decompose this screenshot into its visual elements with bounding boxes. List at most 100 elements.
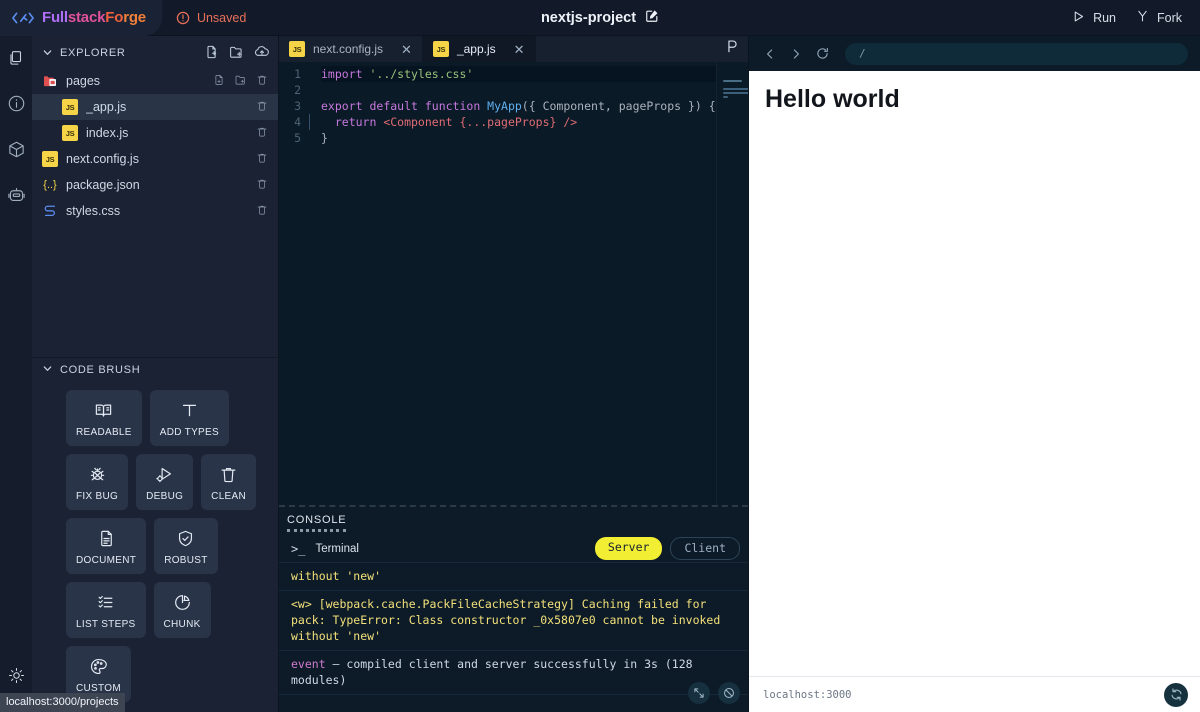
code-brush-header[interactable]: CODE BRUSH xyxy=(32,358,278,382)
line-number: 5 xyxy=(294,131,301,145)
preview-panel: / Hello world localhost:3000 xyxy=(748,36,1200,712)
clear-console-icon[interactable] xyxy=(718,682,740,704)
text-t-icon xyxy=(180,399,199,421)
reload-icon[interactable] xyxy=(811,43,833,65)
file-row-styles-css[interactable]: styles.css xyxy=(32,198,278,224)
minimap[interactable] xyxy=(715,62,748,505)
file-row-package-json[interactable]: {..} package.json xyxy=(32,172,278,198)
chevron-down-icon xyxy=(42,363,53,377)
brush-button-label: DOCUMENT xyxy=(76,555,137,566)
shield-check-icon xyxy=(176,527,195,549)
brush-button-label: READABLE xyxy=(76,427,132,438)
brush-button-label: DEBUG xyxy=(146,491,184,502)
new-file-icon[interactable] xyxy=(205,45,219,62)
theme-toggle-button[interactable] xyxy=(4,666,28,690)
brush-button-fix-bug[interactable]: FIX BUG xyxy=(66,454,129,510)
rail-item-files[interactable] xyxy=(4,48,28,72)
minimap-line xyxy=(722,88,748,90)
file-row-actions xyxy=(256,100,268,115)
trash-icon[interactable] xyxy=(256,152,268,167)
sun-icon xyxy=(8,667,25,689)
brush-button-list-steps[interactable]: LIST STEPS xyxy=(66,582,146,638)
rail-item-info[interactable] xyxy=(4,94,28,118)
editor-area[interactable]: 1 2 3 4 5 import '../styles.css' export defa… xyxy=(279,62,748,505)
run-label: Run xyxy=(1093,10,1116,25)
brush-button-label: CHUNK xyxy=(163,619,201,630)
trash-icon[interactable] xyxy=(256,204,268,219)
code-content[interactable]: import '../styles.css' export default fu… xyxy=(307,66,716,505)
close-icon[interactable]: ✕ xyxy=(514,43,525,56)
file-row-index-js[interactable]: JS index.js xyxy=(32,120,278,146)
robot-icon xyxy=(7,186,26,210)
log-keyword: event xyxy=(291,657,326,671)
tabbar-actions xyxy=(725,36,748,62)
brush-button-chunk[interactable]: CHUNK xyxy=(153,582,211,638)
terminal-bar: >_ Terminal Server Client xyxy=(279,535,748,563)
trash-icon[interactable] xyxy=(256,178,268,193)
folder-open-icon xyxy=(42,73,58,89)
close-icon[interactable]: ✕ xyxy=(401,43,412,56)
chevron-right-icon[interactable] xyxy=(785,43,807,65)
page-title: nextjs-project xyxy=(540,9,637,26)
brush-button-clean[interactable]: CLEAN xyxy=(201,454,257,510)
line-number: 2 xyxy=(294,83,301,97)
code-editor[interactable]: 1 2 3 4 5 import '../styles.css' export defa… xyxy=(279,62,716,505)
cloud-upload-icon[interactable] xyxy=(254,45,270,61)
app-root: FullstackForge Unsaved nextjs-project Ru… xyxy=(0,0,1200,712)
js-icon: JS xyxy=(62,125,78,141)
editor-tab-label: _app.js xyxy=(456,42,496,56)
minimap-line xyxy=(722,96,728,98)
checklist-icon xyxy=(96,591,115,613)
preview-url-input[interactable]: / xyxy=(845,42,1188,65)
brush-button-debug[interactable]: DEBUG xyxy=(136,454,194,510)
trash-icon[interactable] xyxy=(256,126,268,141)
new-file-icon[interactable] xyxy=(213,74,225,89)
editor-tabbar: JS next.config.js ✕ JS _app.js ✕ xyxy=(279,36,748,62)
expand-icon[interactable] xyxy=(688,682,710,704)
editor-tab-next-config-js[interactable]: JS next.config.js ✕ xyxy=(279,36,423,62)
pencil-square-icon[interactable] xyxy=(645,9,659,27)
new-folder-icon[interactable] xyxy=(229,45,244,62)
chevron-left-icon[interactable] xyxy=(759,43,781,65)
console-source-toggle: Server Client xyxy=(594,537,740,560)
json-icon: {..} xyxy=(43,179,57,191)
explorer-title: EXPLORER xyxy=(60,47,126,59)
document-icon xyxy=(97,527,116,549)
brush-button-robust[interactable]: ROBUST xyxy=(154,518,218,574)
code-line: export default function MyApp({ Componen… xyxy=(321,99,716,113)
file-row-next-config-js[interactable]: JS next.config.js xyxy=(32,146,278,172)
line-number: 3 xyxy=(294,99,301,113)
terminal-output[interactable]: without 'new' <w> [webpack.cache.PackFile… xyxy=(279,563,748,712)
console-toggle-server[interactable]: Server xyxy=(594,537,663,560)
file-row-actions xyxy=(256,126,268,141)
trash-icon[interactable] xyxy=(256,74,268,89)
palette-icon xyxy=(89,655,108,677)
js-icon: JS xyxy=(432,41,449,57)
console-toggle-client[interactable]: Client xyxy=(670,537,740,560)
run-button[interactable]: Run xyxy=(1072,10,1116,26)
line-number: 1 xyxy=(294,67,301,81)
explorer-header[interactable]: EXPLORER xyxy=(32,40,278,66)
file-row-pages[interactable]: pages xyxy=(32,68,278,94)
pie-chart-icon xyxy=(173,591,192,613)
rail-item-assistant[interactable] xyxy=(4,186,28,210)
bug-icon xyxy=(88,463,107,485)
editor-tab--app-js[interactable]: JS _app.js ✕ xyxy=(422,36,536,62)
file-name: styles.css xyxy=(66,204,121,218)
file-row-actions xyxy=(256,204,268,219)
explorer-sidebar: EXPLORER pages JS _app.js JS index.js JS… xyxy=(0,36,278,712)
brush-button-add-types[interactable]: ADD TYPES xyxy=(149,390,229,446)
refresh-icon[interactable] xyxy=(1164,682,1188,707)
new-folder-icon[interactable] xyxy=(234,74,247,89)
prettier-icon[interactable] xyxy=(725,39,740,59)
debug-play-icon xyxy=(155,463,174,485)
rail-item-packages[interactable] xyxy=(4,140,28,164)
brush-button-readable[interactable]: READABLE xyxy=(66,390,142,446)
preview-iframe[interactable]: Hello world xyxy=(749,71,1200,676)
brush-button-document[interactable]: DOCUMENT xyxy=(66,518,147,574)
fork-button[interactable]: Fork xyxy=(1136,9,1182,26)
file-row--app-js[interactable]: JS _app.js xyxy=(32,94,278,120)
trash-icon[interactable] xyxy=(256,100,268,115)
file-name: next.config.js xyxy=(66,152,139,166)
brand[interactable]: FullstackForge xyxy=(0,0,162,36)
